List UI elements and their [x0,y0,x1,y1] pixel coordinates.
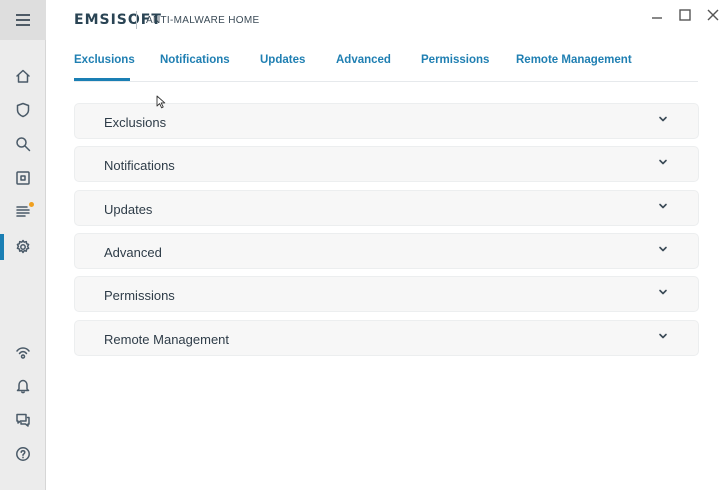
tab-advanced[interactable]: Advanced [336,54,391,66]
chevron-down-icon[interactable] [657,112,669,124]
home-icon [16,69,30,83]
panel-advanced[interactable]: Advanced [74,233,699,269]
panel-title: Remote Management [104,332,230,347]
sidebar-item-quarantine[interactable] [0,166,46,190]
chevron-down-icon[interactable] [657,285,669,297]
product-name: ANTI-MALWARE HOME [146,15,260,26]
shield-icon [16,102,30,118]
sidebar-item-logs[interactable] [0,200,46,224]
sidebar-item-settings[interactable] [0,235,46,259]
minimize-button[interactable] [646,6,668,24]
panel-updates[interactable]: Updates [74,190,699,226]
chevron-down-icon[interactable] [657,199,669,211]
chevron-down-icon[interactable] [657,329,669,341]
panel-title: Advanced [104,245,162,260]
sidebar-item-home[interactable] [0,64,46,88]
sidebar [0,0,46,490]
close-button[interactable] [702,6,724,24]
sidebar-item-scan[interactable] [0,132,46,156]
panel-title: Permissions [104,288,175,303]
mouse-cursor-icon [156,95,166,109]
panel-permissions[interactable]: Permissions [74,276,699,312]
chevron-down-icon[interactable] [657,242,669,254]
search-icon [16,137,31,152]
sidebar-item-chat[interactable] [0,408,46,432]
panel-title: Notifications [104,158,175,173]
panel-title: Updates [104,202,153,217]
panel-notifications[interactable]: Notifications [74,146,699,182]
maximize-icon [679,9,691,21]
settings-tabs: Exclusions Notifications Updates Advance… [74,40,698,82]
active-tab-underline [74,78,130,81]
sidebar-item-notifications[interactable] [0,374,46,398]
sidebar-item-connection[interactable] [0,340,46,364]
help-icon [16,447,30,461]
close-icon [707,9,719,21]
logs-icon [16,206,30,217]
tab-updates[interactable]: Updates [260,54,305,66]
panel-remote-management[interactable]: Remote Management [74,320,699,356]
quarantine-icon [16,171,30,185]
notification-badge [29,202,34,207]
connection-icon [16,347,30,359]
tab-exclusions[interactable]: Exclusions [74,54,135,66]
minimize-icon [652,17,662,19]
hamburger-icon [16,14,30,26]
sidebar-item-protection[interactable] [0,98,46,122]
title-bar: EMSISOFT ANTI-MALWARE HOME [46,0,728,40]
sidebar-item-help[interactable] [0,442,46,466]
panel-title: Exclusions [104,115,167,130]
logo-divider [136,11,137,29]
tab-permissions[interactable]: Permissions [421,54,489,66]
hamburger-menu-button[interactable] [0,0,46,40]
chevron-down-icon[interactable] [657,155,669,167]
bell-icon [16,379,30,394]
maximize-button[interactable] [674,6,696,24]
tab-notifications[interactable]: Notifications [160,54,230,66]
chat-icon [16,413,30,427]
gear-icon [16,239,30,254]
tab-remote-management[interactable]: Remote Management [516,54,632,66]
